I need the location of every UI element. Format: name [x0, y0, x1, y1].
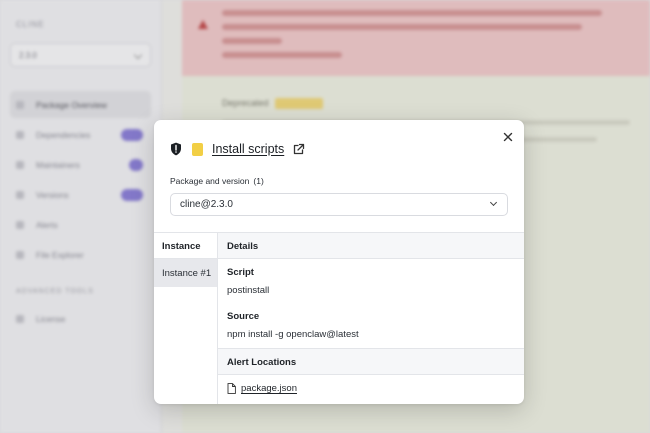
dialog-header: Install scripts: [170, 139, 305, 159]
source-label: Source: [227, 311, 260, 322]
package-version-value: cline@2.3.0: [180, 199, 233, 210]
script-value: postinstall: [227, 285, 270, 296]
package-version-select[interactable]: cline@2.3.0: [170, 193, 508, 216]
file-icon: [227, 383, 236, 394]
dialog-title-link[interactable]: Install scripts: [212, 142, 284, 156]
instance-item[interactable]: Instance #1: [154, 259, 217, 287]
shield-icon: [171, 142, 181, 156]
location-file-link[interactable]: package.json: [227, 383, 297, 394]
script-label: Script: [227, 267, 254, 278]
close-icon[interactable]: [501, 130, 515, 144]
package-version-label: Package and version (1): [170, 176, 264, 186]
instance-header: Instance: [154, 233, 217, 259]
details-header: Details: [218, 233, 524, 259]
external-link-icon[interactable]: [292, 143, 305, 156]
alert-locations-header: Alert Locations: [218, 348, 524, 375]
install-scripts-dialog: Install scripts Package and version (1) c…: [154, 120, 524, 404]
chevron-down-icon: [489, 198, 498, 207]
package-version-count: (1): [253, 176, 264, 186]
source-value: npm install -g openclaw@latest: [227, 329, 359, 340]
severity-chip: [192, 142, 203, 156]
location-file-name: package.json: [241, 383, 297, 394]
details-column: Details Script postinstall Source npm in…: [218, 233, 524, 404]
instance-column: Instance Instance #1: [154, 233, 218, 404]
details-panel: Instance Instance #1 Details Script post…: [154, 232, 524, 404]
package-version-label-text: Package and version: [170, 176, 250, 186]
